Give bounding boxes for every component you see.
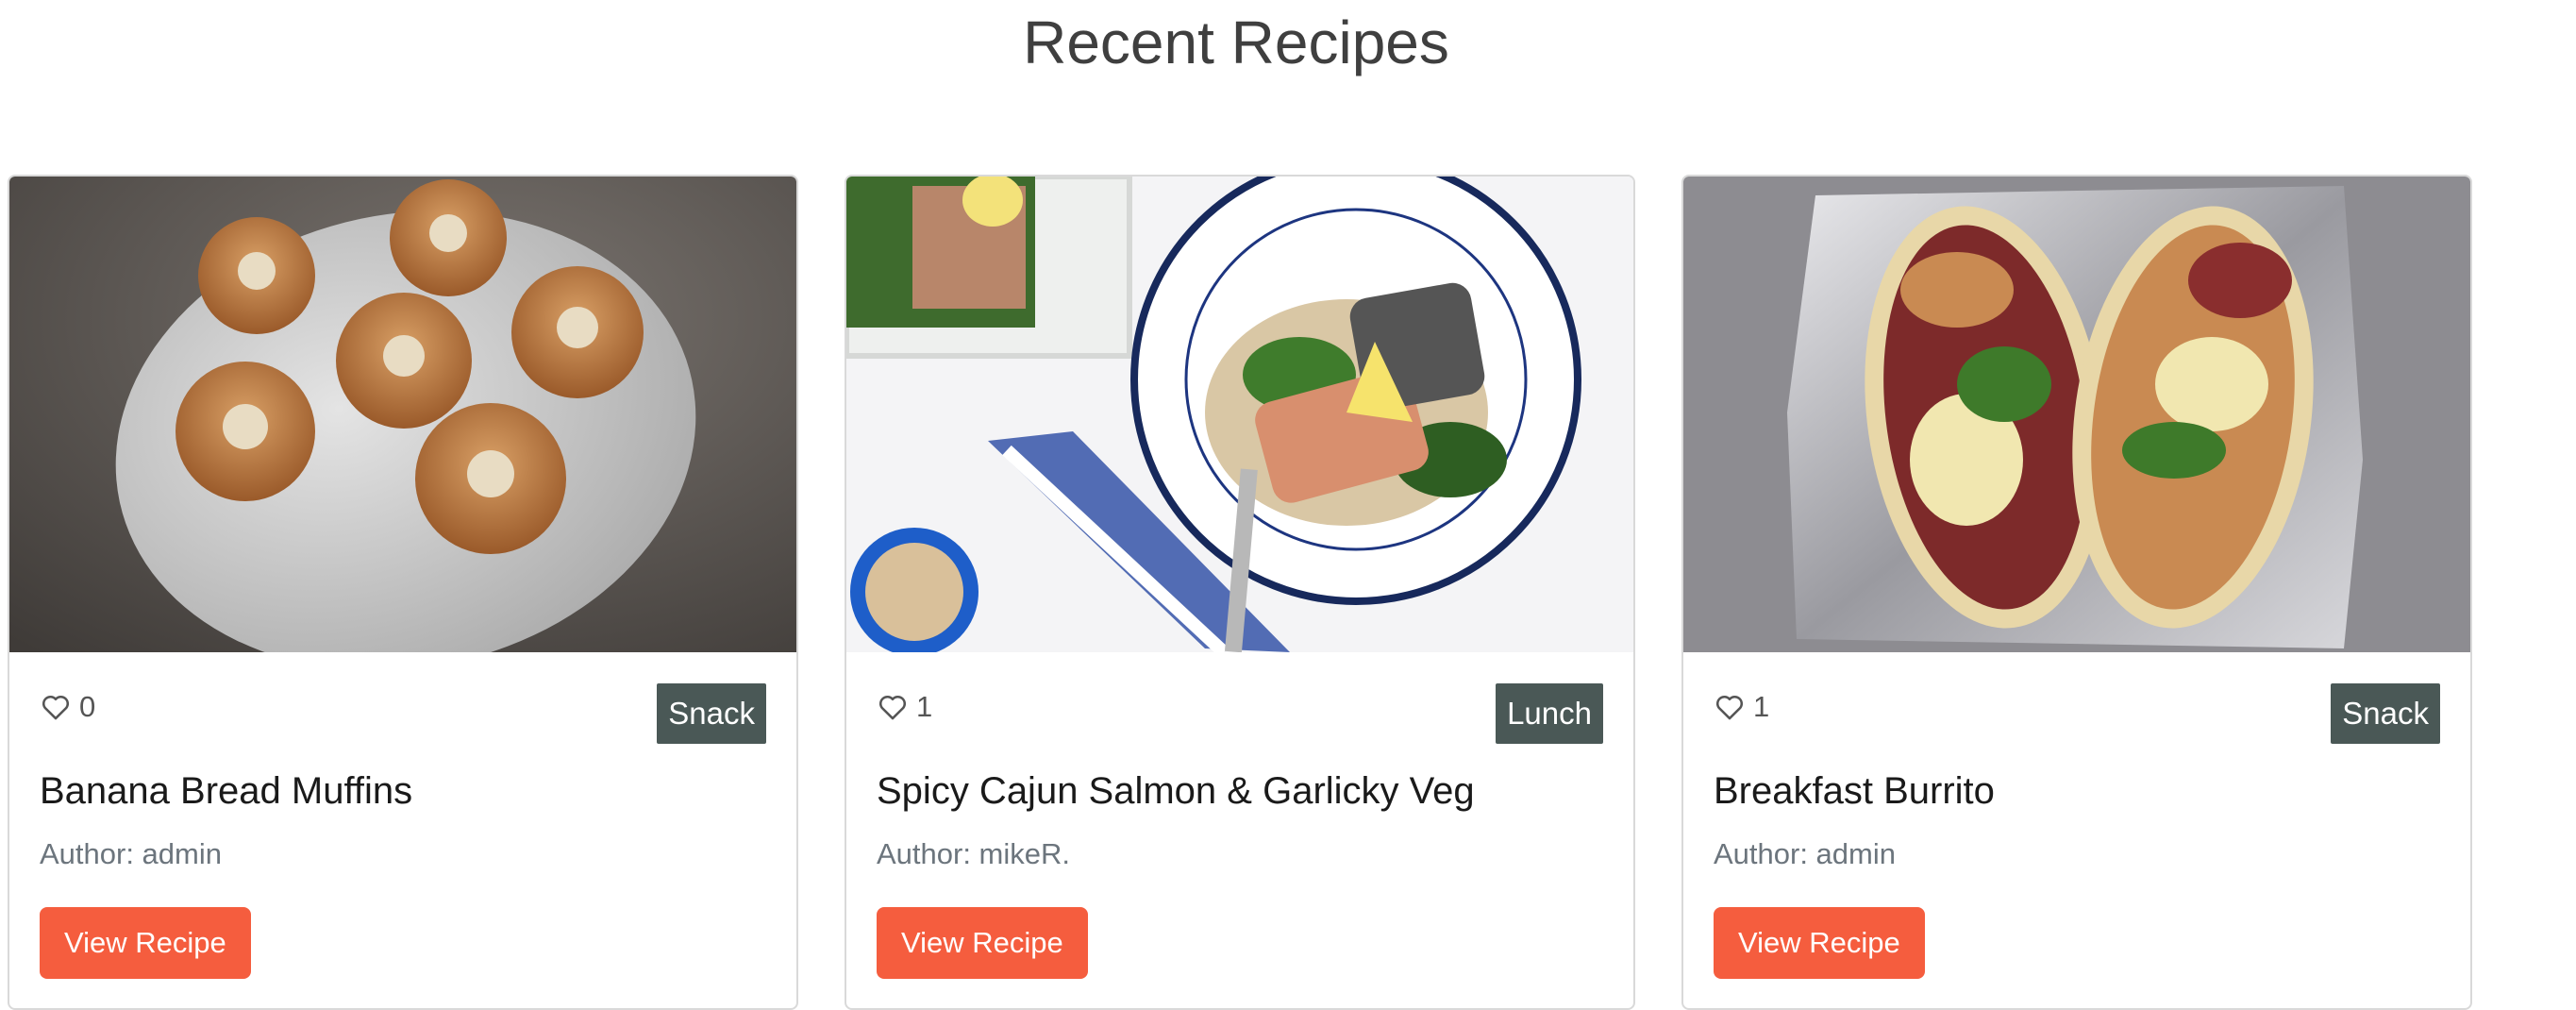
breakfast-burrito-photo [1683, 177, 2470, 652]
category-badge: Snack [2331, 683, 2440, 744]
recipe-title: Breakfast Burrito [1714, 770, 1995, 812]
recipe-card: 0 Snack Banana Bread Muffins Author: adm… [8, 175, 798, 1010]
cajun-salmon-photo [846, 177, 1633, 652]
banana-bread-muffins-photo [9, 177, 796, 652]
card-body: 0 Snack Banana Bread Muffins Author: adm… [40, 652, 766, 1008]
recipe-card-list: 0 Snack Banana Bread Muffins Author: adm… [0, 175, 2576, 1010]
recipe-author: Author: admin [40, 837, 222, 870]
view-recipe-button[interactable]: View Recipe [877, 907, 1088, 979]
heart-icon[interactable] [40, 691, 72, 723]
recipe-image[interactable] [9, 177, 796, 652]
category-badge: Lunch [1496, 683, 1603, 744]
view-recipe-button[interactable]: View Recipe [40, 907, 251, 979]
like-count: 1 [916, 690, 933, 723]
like-counter[interactable]: 1 [877, 690, 932, 724]
heart-icon[interactable] [1714, 691, 1746, 723]
card-body: 1 Lunch Spicy Cajun Salmon & Garlicky Ve… [877, 652, 1603, 1008]
heart-icon[interactable] [877, 691, 909, 723]
recipe-author: Author: admin [1714, 837, 1896, 870]
recipe-title: Spicy Cajun Salmon & Garlicky Veg [877, 770, 1475, 812]
category-badge: Snack [657, 683, 766, 744]
recipe-image[interactable] [846, 177, 1633, 652]
like-count: 1 [1753, 690, 1770, 723]
page-title: Recent Recipes [1023, 8, 1449, 76]
card-body: 1 Snack Breakfast Burrito Author: admin … [1714, 652, 2440, 1008]
view-recipe-button[interactable]: View Recipe [1714, 907, 1925, 979]
recipe-card: 1 Lunch Spicy Cajun Salmon & Garlicky Ve… [845, 175, 1635, 1010]
like-counter[interactable]: 0 [40, 690, 95, 724]
recipe-title: Banana Bread Muffins [40, 770, 413, 812]
like-counter[interactable]: 1 [1714, 690, 1769, 724]
recipe-author: Author: mikeR. [877, 837, 1071, 870]
recipe-image[interactable] [1683, 177, 2470, 652]
recipe-card: 1 Snack Breakfast Burrito Author: admin … [1681, 175, 2472, 1010]
like-count: 0 [79, 690, 96, 723]
